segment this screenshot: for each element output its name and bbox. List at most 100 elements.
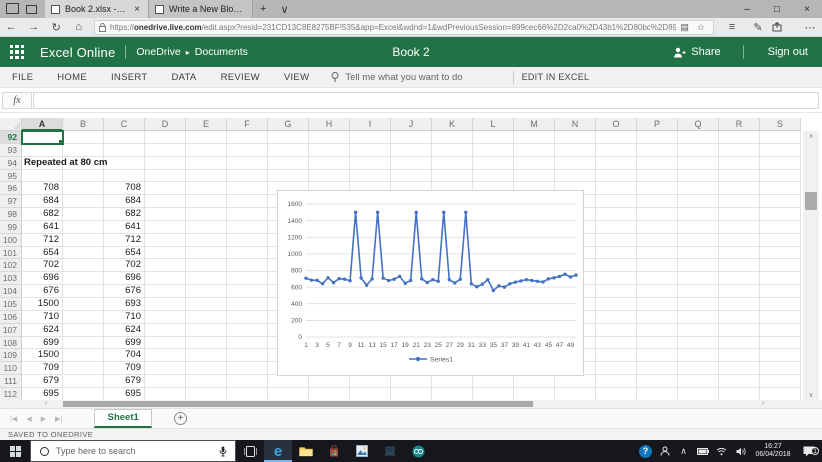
cell-c111[interactable]: 679 (104, 375, 145, 388)
task-view-button[interactable] (236, 440, 264, 462)
cell-s108[interactable] (760, 336, 801, 350)
add-sheet-button[interactable]: + (174, 412, 188, 425)
cell-o105[interactable] (596, 297, 637, 311)
first-sheet-icon[interactable]: |◀ (10, 415, 17, 423)
cell-c98[interactable]: 682 (104, 208, 145, 221)
cell-r102[interactable] (719, 259, 760, 273)
cell-a92[interactable] (21, 130, 64, 145)
cell-s98[interactable] (760, 208, 801, 221)
cell-c92[interactable] (104, 131, 145, 144)
share-icon[interactable] (772, 22, 796, 32)
row-header-108[interactable]: 108 (0, 336, 22, 350)
cell-d108[interactable] (145, 336, 186, 350)
cell-p98[interactable] (637, 208, 678, 221)
cell-f99[interactable] (227, 220, 268, 234)
column-header-h[interactable]: H (309, 118, 350, 131)
scroll-right-icon[interactable]: › (762, 400, 764, 408)
cell-b95[interactable] (63, 169, 104, 183)
breadcrumb-documents[interactable]: Documents (195, 46, 248, 58)
cell-s103[interactable] (760, 272, 801, 286)
cell-q104[interactable] (678, 285, 719, 298)
cell-p97[interactable] (637, 195, 678, 209)
cell-f101[interactable] (227, 246, 268, 260)
cell-q103[interactable] (678, 272, 719, 286)
cell-c108[interactable]: 699 (104, 336, 145, 350)
cell-d95[interactable] (145, 169, 186, 183)
cell-a103[interactable]: 696 (22, 272, 63, 286)
cell-b93[interactable] (63, 143, 104, 157)
cell-d102[interactable] (145, 259, 186, 273)
cell-b108[interactable] (63, 336, 104, 350)
cell-r106[interactable] (719, 310, 760, 324)
cell-f105[interactable] (227, 297, 268, 311)
column-header-b[interactable]: B (63, 118, 104, 131)
horizontal-scrollbar[interactable]: ‹ › (0, 400, 822, 408)
cell-p95[interactable] (637, 169, 678, 183)
cell-o95[interactable] (596, 169, 637, 183)
cell-s110[interactable] (760, 362, 801, 376)
cell-e107[interactable] (186, 323, 227, 337)
cell-s102[interactable] (760, 259, 801, 273)
cell-q102[interactable] (678, 259, 719, 273)
cell-a106[interactable]: 710 (22, 310, 63, 324)
cell-d96[interactable] (145, 182, 186, 196)
cell-f106[interactable] (227, 310, 268, 324)
cell-b107[interactable] (63, 323, 104, 337)
cell-o100[interactable] (596, 233, 637, 247)
home-icon[interactable]: ⌂ (68, 21, 91, 33)
cell-o96[interactable] (596, 182, 637, 196)
cell-e93[interactable] (186, 143, 227, 157)
cell-b112[interactable] (63, 387, 104, 400)
cell-f108[interactable] (227, 336, 268, 350)
cell-f98[interactable] (227, 208, 268, 221)
cell-o103[interactable] (596, 272, 637, 286)
cell-h111[interactable] (309, 375, 350, 388)
sheet-tab-sheet1[interactable]: Sheet1 (94, 409, 153, 428)
tab-close-icon[interactable]: × (132, 4, 142, 15)
row-header-93[interactable]: 93 (0, 143, 22, 157)
cell-f104[interactable] (227, 285, 268, 298)
row-header-103[interactable]: 103 (0, 272, 22, 286)
column-header-q[interactable]: Q (678, 118, 719, 131)
cell-p103[interactable] (637, 272, 678, 286)
last-sheet-icon[interactable]: ▶| (55, 415, 62, 423)
cell-r97[interactable] (719, 195, 760, 209)
cell-g111[interactable] (268, 375, 309, 388)
cell-o98[interactable] (596, 208, 637, 221)
row-header-106[interactable]: 106 (0, 310, 22, 324)
row-header-104[interactable]: 104 (0, 285, 22, 298)
tray-chevron-icon[interactable]: ∧ (674, 446, 693, 457)
cell-k112[interactable] (432, 387, 473, 400)
cell-d93[interactable] (145, 143, 186, 157)
hscroll-thumb[interactable] (63, 401, 533, 407)
cell-q112[interactable] (678, 387, 719, 400)
browser-tab-blog[interactable]: Write a New Blog Post | elex (149, 0, 253, 18)
cell-p106[interactable] (637, 310, 678, 324)
cell-r103[interactable] (719, 272, 760, 286)
cell-p99[interactable] (637, 220, 678, 234)
cell-o97[interactable] (596, 195, 637, 209)
cell-q93[interactable] (678, 143, 719, 157)
cell-q108[interactable] (678, 336, 719, 350)
column-header-r[interactable]: R (719, 118, 760, 131)
column-header-i[interactable]: I (350, 118, 391, 131)
tab-chevron-icon[interactable]: ∨ (273, 0, 295, 18)
cell-b110[interactable] (63, 362, 104, 376)
cell-d111[interactable] (145, 375, 186, 388)
cell-e98[interactable] (186, 208, 227, 221)
cell-e111[interactable] (186, 375, 227, 388)
cell-e96[interactable] (186, 182, 227, 196)
taskbar-edge-icon[interactable]: e (264, 440, 292, 462)
cell-q98[interactable] (678, 208, 719, 221)
cell-b106[interactable] (63, 310, 104, 324)
row-header-94[interactable]: 94 (0, 156, 22, 170)
breadcrumb-onedrive[interactable]: OneDrive (136, 46, 180, 58)
cell-o92[interactable] (596, 131, 637, 144)
cell-e109[interactable] (186, 349, 227, 363)
cell-a97[interactable]: 684 (22, 195, 63, 209)
cell-d98[interactable] (145, 208, 186, 221)
cell-b99[interactable] (63, 220, 104, 234)
cell-r109[interactable] (719, 349, 760, 363)
cell-n93[interactable] (555, 143, 596, 157)
scroll-up-icon[interactable]: ∧ (803, 132, 819, 140)
